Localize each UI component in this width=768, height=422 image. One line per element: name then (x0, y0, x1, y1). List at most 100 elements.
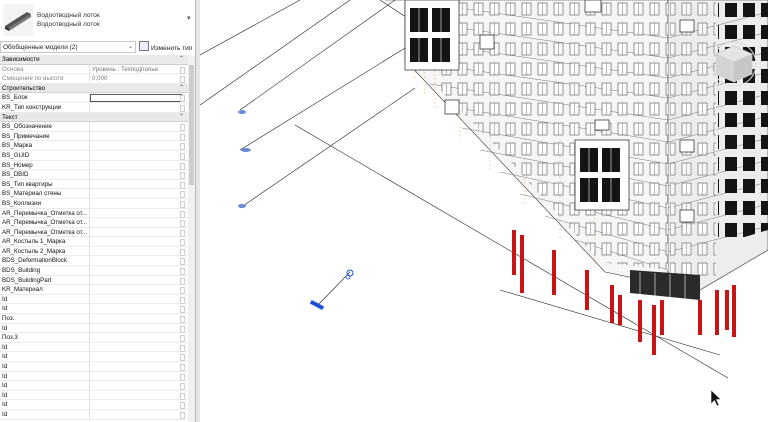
associate-parameter-button[interactable] (180, 402, 185, 410)
property-value[interactable] (89, 362, 188, 371)
property-row[interactable]: Смещение по высоте 0,000 (0, 74, 188, 84)
property-row[interactable]: Id (0, 400, 188, 410)
associate-parameter-button[interactable] (180, 124, 185, 132)
property-row[interactable]: BS_Блок (0, 93, 188, 103)
property-row[interactable]: BS_Обозначение (0, 122, 188, 132)
property-row[interactable]: Id (0, 342, 188, 353)
associate-parameter-button[interactable] (180, 229, 185, 237)
property-value[interactable] (89, 208, 188, 218)
property-value[interactable] (89, 246, 188, 256)
associate-parameter-button[interactable] (180, 239, 185, 247)
property-row[interactable]: Id (0, 371, 188, 382)
scrollbar-thumb[interactable] (189, 65, 194, 185)
property-row[interactable]: KR_Тип конструкции (0, 102, 188, 113)
property-row[interactable]: Id (0, 381, 188, 391)
property-row[interactable]: Id (0, 294, 188, 305)
property-value[interactable]: 0,000 (89, 74, 188, 83)
collapse-caret-icon[interactable]: ⌃ (179, 113, 184, 123)
property-row[interactable]: BS_Номер (0, 160, 188, 171)
type-dropdown-arrow-icon[interactable]: ▾ (187, 14, 191, 22)
property-value[interactable]: Уровень : Техподполье (89, 64, 188, 74)
property-row[interactable]: Id (0, 409, 188, 420)
property-row[interactable]: BS_DBID (0, 170, 188, 180)
property-value[interactable] (89, 333, 188, 342)
associate-parameter-button[interactable] (180, 383, 185, 391)
property-value[interactable] (89, 285, 188, 294)
property-value[interactable] (89, 179, 188, 189)
associate-parameter-button[interactable] (180, 152, 185, 160)
associate-parameter-button[interactable] (180, 364, 185, 371)
property-row[interactable]: BS_Марка (0, 141, 188, 151)
property-value[interactable] (89, 275, 188, 285)
associate-parameter-button[interactable] (180, 143, 185, 151)
model-drawing[interactable] (200, 0, 768, 422)
associate-parameter-button[interactable] (180, 76, 185, 84)
property-row[interactable]: Основа Уровень : Техподполье (0, 64, 188, 75)
property-value[interactable] (89, 189, 188, 198)
property-value[interactable] (89, 371, 188, 381)
property-row[interactable]: Id (0, 352, 188, 362)
associate-parameter-button[interactable] (180, 181, 185, 189)
type-selector[interactable]: Водоотводный лоток Водоотводный лоток ▾ (0, 0, 195, 40)
property-row[interactable]: KR_Материал (0, 285, 188, 295)
property-value[interactable] (89, 227, 188, 237)
property-group-header[interactable]: Строительство ⌃ (0, 83, 188, 94)
collapse-caret-icon[interactable]: ⌃ (179, 55, 184, 65)
associate-parameter-button[interactable] (180, 373, 185, 381)
associate-parameter-button[interactable] (180, 248, 185, 256)
property-value[interactable] (89, 141, 188, 150)
property-value[interactable] (89, 218, 188, 227)
edit-type-button[interactable]: Изменить тип (139, 41, 192, 53)
associate-parameter-button[interactable] (180, 335, 185, 343)
selected-gutter-element[interactable] (309, 269, 354, 311)
property-row[interactable]: Id (0, 304, 188, 315)
associate-parameter-button[interactable] (180, 104, 185, 112)
associate-parameter-button[interactable] (180, 200, 185, 208)
property-row[interactable]: BS_Примечание (0, 131, 188, 142)
property-group-header[interactable]: Текст ⌃ (0, 112, 188, 123)
associate-parameter-button[interactable] (180, 268, 185, 276)
associate-parameter-button[interactable] (180, 354, 185, 362)
associate-parameter-button[interactable] (180, 66, 185, 74)
property-value[interactable] (89, 122, 188, 131)
associate-parameter-button[interactable] (180, 95, 185, 103)
property-edit-field[interactable] (90, 94, 182, 103)
associate-parameter-button[interactable] (180, 191, 185, 199)
associate-parameter-button[interactable] (180, 172, 185, 180)
associate-parameter-button[interactable] (180, 133, 185, 141)
properties-scrollbar[interactable] (188, 55, 195, 422)
associate-parameter-button[interactable] (180, 344, 185, 352)
property-row[interactable]: AR_Перемычка_Отметка от... (0, 218, 188, 228)
property-value[interactable] (89, 400, 188, 409)
property-value[interactable] (89, 409, 188, 419)
property-row[interactable]: AR_Костыль 2_Марка (0, 246, 188, 257)
associate-parameter-button[interactable] (180, 258, 185, 266)
property-group-header[interactable]: Зависимости ⌃ (0, 55, 188, 65)
property-value[interactable] (89, 314, 188, 323)
associate-parameter-button[interactable] (180, 306, 185, 314)
property-value[interactable] (89, 102, 188, 112)
property-value[interactable] (89, 131, 188, 141)
property-row[interactable]: BS_GUID (0, 150, 188, 161)
property-value[interactable] (89, 342, 188, 352)
property-row[interactable]: Id (0, 323, 188, 334)
property-value[interactable] (89, 323, 188, 333)
property-row[interactable]: Поз.3 (0, 333, 188, 343)
property-value[interactable] (89, 381, 188, 390)
associate-parameter-button[interactable] (180, 162, 185, 170)
associate-parameter-button[interactable] (180, 411, 185, 419)
property-value[interactable] (89, 170, 188, 179)
property-row[interactable]: BS_Коллизии (0, 198, 188, 209)
associate-parameter-button[interactable] (180, 287, 185, 295)
associate-parameter-button[interactable] (180, 392, 185, 400)
property-value[interactable] (89, 294, 188, 304)
property-value[interactable] (89, 256, 188, 266)
property-row[interactable]: Id (0, 362, 188, 372)
property-row[interactable]: BDS_DeformationBlock (0, 256, 188, 267)
property-row[interactable]: Id (0, 390, 188, 401)
property-value[interactable] (89, 160, 188, 170)
property-row[interactable]: Поз. (0, 314, 188, 324)
property-row[interactable]: BS_Тип квартиры (0, 179, 188, 190)
property-row[interactable]: BDS_Building (0, 266, 188, 276)
associate-parameter-button[interactable] (180, 210, 185, 218)
